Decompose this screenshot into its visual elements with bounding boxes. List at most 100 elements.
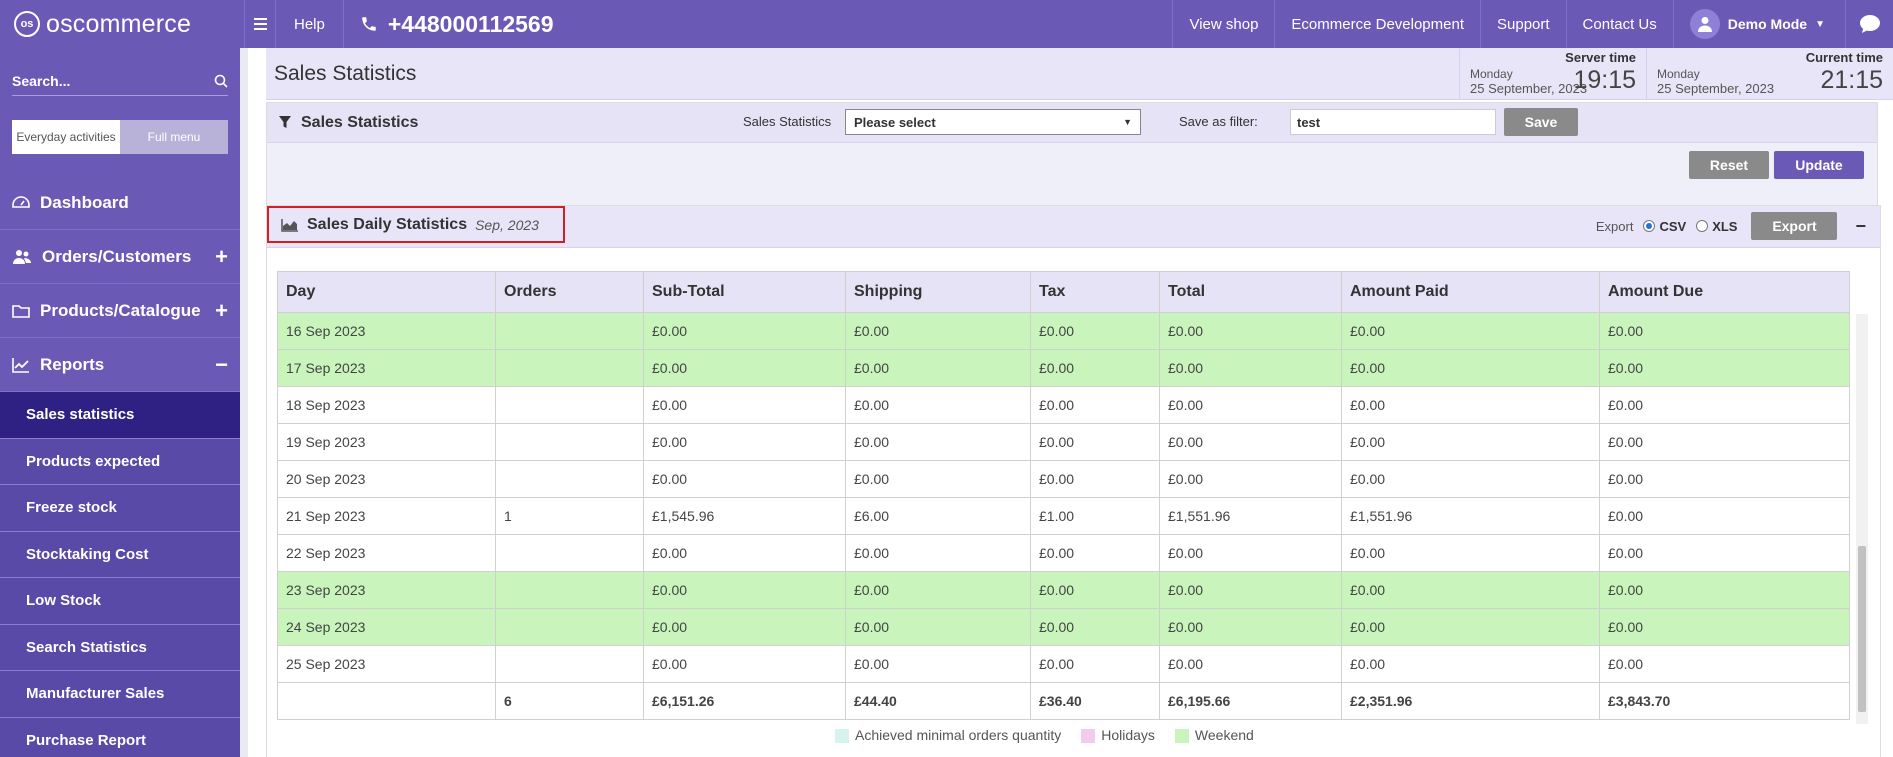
sidebar-search-input[interactable]: Search... [12, 66, 228, 96]
support-link[interactable]: Support [1480, 0, 1566, 48]
sidebar-item-dashboard[interactable]: Dashboard [0, 176, 240, 230]
search-icon[interactable] [214, 74, 228, 88]
column-header-total[interactable]: Total [1159, 271, 1342, 313]
phone-link[interactable]: +448000112569 [344, 11, 554, 38]
table-row[interactable]: 16 Sep 2023 £0.00 £0.00 £0.00 £0.00 £0.00 £0.0… [277, 312, 1850, 350]
csv-radio[interactable]: CSV [1643, 219, 1686, 234]
user-menu[interactable]: Demo Mode ▼ [1672, 0, 1845, 48]
radio-checked-icon[interactable] [1643, 220, 1656, 232]
table-row[interactable]: 24 Sep 2023 £0.00 £0.00 £0.00 £0.00 £0.00 £0.0… [277, 608, 1850, 646]
column-header-amount-paid[interactable]: Amount Paid [1341, 271, 1600, 313]
table-row[interactable]: 25 Sep 2023 £0.00 £0.00 £0.00 £0.00 £0.00 £0.0… [277, 645, 1850, 683]
contact-us-link[interactable]: Contact Us [1565, 0, 1673, 48]
sidebar-subitem-freeze-stock[interactable]: Freeze stock [0, 485, 240, 532]
table-cell-due: £0.00 [1599, 386, 1850, 424]
sidebar-subitem-products-expected[interactable]: Products expected [0, 438, 240, 485]
table-cell-total: £0.00 [1159, 571, 1342, 609]
report-select-label: Sales Statistics [743, 114, 832, 129]
table-row[interactable]: 22 Sep 2023 £0.00 £0.00 £0.00 £0.00 £0.00 £0.0… [277, 534, 1850, 572]
table-cell-orders [495, 423, 644, 461]
table-cell-shipping: £0.00 [845, 349, 1031, 387]
table-row[interactable]: 20 Sep 2023 £0.00 £0.00 £0.00 £0.00 £0.00 £0.0… [277, 460, 1850, 498]
sidebar-subitem-search-statistics[interactable]: Search Statistics [0, 624, 240, 671]
table-cell-tax: £0.00 [1030, 312, 1160, 350]
table-cell-total: £0.00 [1159, 460, 1342, 498]
table-cell-orders [495, 460, 644, 498]
report-select[interactable]: Please select ▼ [845, 109, 1141, 135]
table-cell-total: £0.00 [1159, 534, 1342, 572]
sidebar-subitem-sales-statistics[interactable]: Sales statistics [0, 392, 240, 439]
stats-title-box: Sales Daily Statistics Sep, 2023 [267, 206, 565, 243]
sidebar-subitem-stocktaking-cost[interactable]: Stocktaking Cost [0, 531, 240, 578]
table-cell-orders [495, 312, 644, 350]
table-cell-shipping: £0.00 [845, 571, 1031, 609]
table-cell-shipping: £6.00 [845, 497, 1031, 535]
help-link[interactable]: Help [275, 0, 344, 48]
total-cell-total: £6,195.66 [1159, 682, 1342, 720]
radio-unchecked-icon[interactable] [1696, 220, 1709, 232]
sidebar-subitem-low-stock[interactable]: Low Stock [0, 578, 240, 625]
page-title: Sales Statistics [274, 61, 417, 85]
sidebar-item-orders-customers[interactable]: Orders/Customers + [0, 230, 240, 284]
expand-plus-icon[interactable]: + [215, 298, 228, 324]
column-header-tax[interactable]: Tax [1030, 271, 1160, 313]
table-cell-orders [495, 571, 644, 609]
table-cell-tax: £0.00 [1030, 423, 1160, 461]
expand-plus-icon[interactable]: + [215, 244, 228, 270]
column-header-day[interactable]: Day [277, 271, 496, 313]
sidebar-item-reports[interactable]: Reports − [0, 338, 240, 392]
column-header-subtotal[interactable]: Sub-Total [643, 271, 846, 313]
stats-panel: Sales Daily Statistics Sep, 2023 Export … [266, 205, 1881, 757]
column-header-orders[interactable]: Orders [495, 271, 644, 313]
column-header-amount-due[interactable]: Amount Due [1599, 271, 1850, 313]
full-menu-button[interactable]: Full menu [120, 120, 228, 154]
export-button[interactable]: Export [1751, 212, 1838, 240]
save-button[interactable]: Save [1504, 108, 1578, 136]
table-cell-orders: 1 [495, 497, 644, 535]
table-scrollbar-thumb[interactable] [1858, 546, 1866, 712]
table-cell-total: £0.00 [1159, 312, 1342, 350]
table-cell-shipping: £0.00 [845, 645, 1031, 683]
ecommerce-development-link[interactable]: Ecommerce Development [1274, 0, 1480, 48]
table-cell-total: £0.00 [1159, 349, 1342, 387]
collapse-minus-icon[interactable]: − [215, 352, 228, 378]
table-row[interactable]: 23 Sep 2023 £0.00 £0.00 £0.00 £0.00 £0.00 £0.0… [277, 571, 1850, 609]
table-cell-day: 25 Sep 2023 [277, 645, 496, 683]
collapse-panel-icon[interactable]: − [1855, 216, 1866, 237]
sidebar-item-products-catalogue[interactable]: Products/Catalogue + [0, 284, 240, 338]
sidebar-subitem-purchase-report[interactable]: Purchase Report [0, 717, 240, 757]
table-cell-shipping: £0.00 [845, 608, 1031, 646]
table-row[interactable]: 17 Sep 2023 £0.00 £0.00 £0.00 £0.00 £0.00 £0.0… [277, 349, 1850, 387]
logo-mark-icon: os [14, 11, 40, 37]
table-cell-day: 23 Sep 2023 [277, 571, 496, 609]
total-cell-shipping: £44.40 [845, 682, 1031, 720]
table-cell-total: £0.00 [1159, 423, 1342, 461]
view-shop-link[interactable]: View shop [1172, 0, 1274, 48]
table-cell-paid: £0.00 [1341, 312, 1600, 350]
chat-icon[interactable] [1845, 0, 1893, 48]
table-cell-due: £0.00 [1599, 608, 1850, 646]
everyday-activities-button[interactable]: Everyday activities [12, 120, 120, 154]
sidebar-scrollbar[interactable] [240, 48, 248, 757]
table-cell-day: 22 Sep 2023 [277, 534, 496, 572]
reset-button[interactable]: Reset [1689, 151, 1769, 179]
hamburger-menu-icon[interactable] [245, 18, 275, 30]
xls-radio[interactable]: XLS [1696, 219, 1737, 234]
column-header-shipping[interactable]: Shipping [845, 271, 1031, 313]
sidebar-subitem-manufacturer-sales[interactable]: Manufacturer Sales [0, 671, 240, 718]
update-button[interactable]: Update [1774, 151, 1864, 179]
table-cell-tax: £0.00 [1030, 460, 1160, 498]
table-row[interactable]: 18 Sep 2023 £0.00 £0.00 £0.00 £0.00 £0.00 £0.0… [277, 386, 1850, 424]
chevron-down-icon: ▼ [1123, 117, 1132, 127]
folder-icon [12, 304, 30, 318]
table-row[interactable]: 19 Sep 2023 £0.00 £0.00 £0.00 £0.00 £0.00 £0.0… [277, 423, 1850, 461]
logo[interactable]: os oscommerce [0, 0, 245, 48]
table-row[interactable]: 21 Sep 2023 1 £1,545.96 £6.00 £1.00 £1,551.96… [277, 497, 1850, 535]
table-cell-total: £0.00 [1159, 608, 1342, 646]
table-cell-shipping: £0.00 [845, 534, 1031, 572]
save-filter-input[interactable]: test [1290, 109, 1496, 135]
total-cell-day [277, 682, 496, 720]
table-scrollbar[interactable] [1856, 314, 1868, 724]
legend-item: Achieved minimal orders quantity [835, 727, 1061, 744]
total-cell-tax: £36.40 [1030, 682, 1160, 720]
